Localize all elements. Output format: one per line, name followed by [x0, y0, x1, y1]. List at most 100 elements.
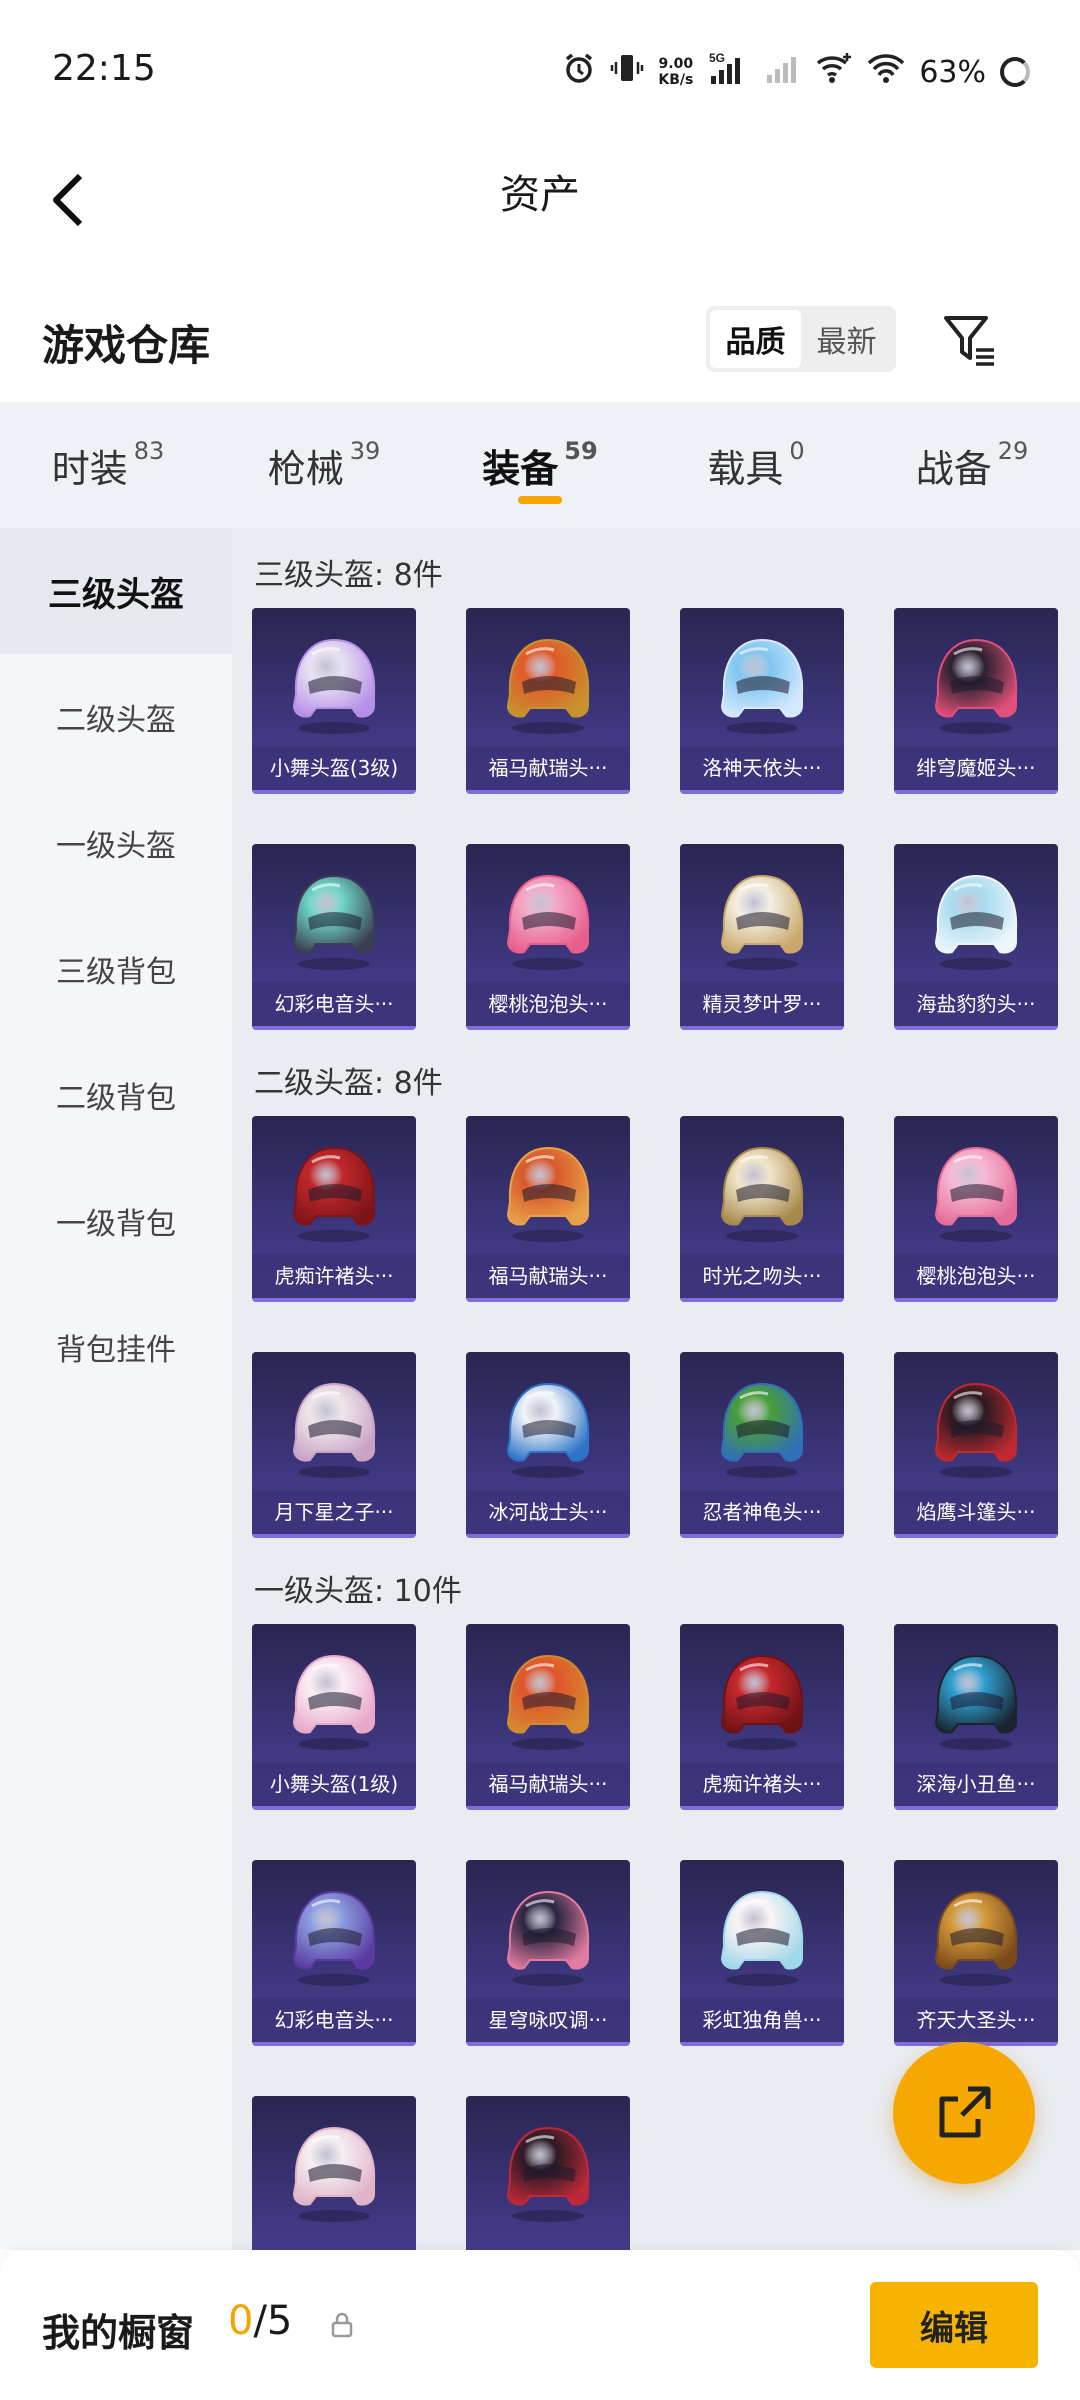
sidebar-item-level2-helmet[interactable]: 二级头盔 [0, 654, 232, 780]
tab-supplies[interactable]: 战备 29 [864, 402, 1080, 528]
item-name: 忍者神龟头··· [680, 1490, 844, 1534]
sidebar-item-backpack-charm[interactable]: 背包挂件 [0, 1284, 232, 1410]
item-card[interactable]: 绯穹魔姬头··· [894, 608, 1058, 794]
helmet-icon [720, 638, 804, 734]
item-card[interactable]: 虎痴许褚头··· [680, 1624, 844, 1810]
item-card[interactable]: 洛神天依头··· [680, 608, 844, 794]
item-name: 洛神天依头··· [680, 746, 844, 790]
status-time: 22:15 [52, 48, 156, 89]
item-card[interactable] [252, 2096, 416, 2250]
filter-button[interactable] [942, 312, 998, 368]
item-card[interactable]: 小舞头盔(3级) [252, 608, 416, 794]
share-button[interactable] [893, 2042, 1035, 2184]
helmet-icon [292, 1382, 376, 1478]
helmet-icon [934, 1654, 1018, 1750]
item-card[interactable]: 月下星之子··· [252, 1352, 416, 1538]
helmet-icon [720, 1890, 804, 1986]
alarm-icon [562, 51, 596, 93]
tab-guns[interactable]: 枪械 39 [216, 402, 432, 528]
helmet-icon [720, 1654, 804, 1750]
showcase-count: 0/5 [228, 2298, 292, 2344]
item-name: 樱桃泡泡头··· [466, 982, 630, 1026]
item-name: 虎痴许褚头··· [680, 1762, 844, 1806]
sidebar-item-level3-backpack[interactable]: 三级背包 [0, 906, 232, 1032]
sidebar-item-level1-backpack[interactable]: 一级背包 [0, 1158, 232, 1284]
helmet-icon [934, 1890, 1018, 1986]
tab-fashion[interactable]: 时装 83 [0, 402, 216, 528]
helmet-icon [506, 1146, 590, 1242]
item-card[interactable]: 福马献瑞头··· [466, 608, 630, 794]
section-title: 三级头盔: 8件 [254, 558, 443, 593]
item-name: 小舞头盔(3级) [252, 746, 416, 790]
helmet-icon [506, 638, 590, 734]
item-card[interactable]: 焰鹰斗篷头··· [894, 1352, 1058, 1538]
item-card[interactable]: 精灵梦叶罗··· [680, 844, 844, 1030]
item-card[interactable]: 樱桃泡泡头··· [466, 844, 630, 1030]
item-name: 月下星之子··· [252, 1490, 416, 1534]
item-card[interactable]: 冰河战士头··· [466, 1352, 630, 1538]
wifi-plus-icon [815, 51, 853, 93]
item-name: 冰河战士头··· [466, 1490, 630, 1534]
tab-vehicles[interactable]: 载具 0 [648, 402, 864, 528]
tab-count: 59 [564, 437, 598, 465]
showcase-bar: 我的橱窗 0/5 编辑 [0, 2250, 1080, 2400]
item-card[interactable]: 虎痴许褚头··· [252, 1116, 416, 1302]
helmet-icon [506, 1890, 590, 1986]
item-name: 福马献瑞头··· [466, 1254, 630, 1298]
item-card[interactable]: 幻彩电音头··· [252, 1860, 416, 2046]
item-card[interactable]: 福马献瑞头··· [466, 1624, 630, 1810]
showcase-total: /5 [253, 2298, 293, 2344]
helmet-icon [506, 874, 590, 970]
item-card[interactable]: 时光之吻头··· [680, 1116, 844, 1302]
item-name: 樱桃泡泡头··· [894, 1254, 1058, 1298]
helmet-icon [720, 874, 804, 970]
category-tabs: 时装 83 枪械 39 装备 59 载具 0 战备 29 [0, 402, 1080, 528]
item-name: 幻彩电音头··· [252, 982, 416, 1026]
item-name: 绯穹魔姬头··· [894, 746, 1058, 790]
signal-5g-icon: 5G [707, 50, 751, 94]
showcase-label: 我的橱窗 [42, 2311, 195, 2355]
item-card[interactable]: 齐天大圣头··· [894, 1860, 1058, 2046]
tab-label: 战备 [915, 446, 992, 491]
tab-label: 时装 [51, 446, 128, 491]
edit-button[interactable]: 编辑 [870, 2282, 1038, 2368]
sort-newest-button[interactable]: 最新 [801, 310, 892, 368]
tab-label: 枪械 [267, 446, 344, 491]
item-card[interactable]: 彩虹独角兽··· [680, 1860, 844, 2046]
sort-toggle: 品质 最新 [706, 306, 896, 372]
item-card[interactable] [466, 2096, 630, 2250]
signal-weak-icon [765, 51, 801, 93]
helmet-icon [506, 2126, 590, 2222]
item-name: 齐天大圣头··· [894, 1998, 1058, 2042]
helmet-icon [292, 2126, 376, 2222]
battery-percent: 63% [919, 54, 986, 90]
tab-label: 载具 [707, 446, 784, 491]
helmet-icon [292, 1654, 376, 1750]
net-speed-value: 9.00 [658, 56, 694, 72]
sidebar: 三级头盔 二级头盔 一级头盔 三级背包 二级背包 一级背包 背包挂件 [0, 528, 232, 2250]
tab-count: 29 [997, 437, 1029, 465]
helmet-icon [934, 874, 1018, 970]
helmet-icon [292, 638, 376, 734]
item-card[interactable]: 星穹咏叹调··· [466, 1860, 630, 2046]
status-icons: 9.00 KB/s 5G 63% [562, 50, 1030, 94]
item-card[interactable]: 海盐豹豹头··· [894, 844, 1058, 1030]
item-card[interactable]: 幻彩电音头··· [252, 844, 416, 1030]
tab-equipment[interactable]: 装备 59 [432, 402, 648, 528]
wifi-icon [867, 51, 905, 93]
battery-icon [1000, 57, 1030, 87]
sidebar-item-level1-helmet[interactable]: 一级头盔 [0, 780, 232, 906]
warehouse-title: 游戏仓库 [42, 321, 211, 370]
sidebar-item-level3-helmet[interactable]: 三级头盔 [0, 528, 232, 654]
item-name: 小舞头盔(1级) [252, 1762, 416, 1806]
sort-quality-button[interactable]: 品质 [710, 310, 801, 368]
item-card[interactable]: 深海小丑鱼··· [894, 1624, 1058, 1810]
sidebar-item-level2-backpack[interactable]: 二级背包 [0, 1032, 232, 1158]
tab-count: 0 [789, 437, 805, 465]
item-card[interactable]: 小舞头盔(1级) [252, 1624, 416, 1810]
nav-bar: 资产 [0, 140, 1080, 260]
item-card[interactable]: 忍者神龟头··· [680, 1352, 844, 1538]
item-card[interactable]: 樱桃泡泡头··· [894, 1116, 1058, 1302]
tab-count: 39 [349, 437, 381, 465]
item-card[interactable]: 福马献瑞头··· [466, 1116, 630, 1302]
